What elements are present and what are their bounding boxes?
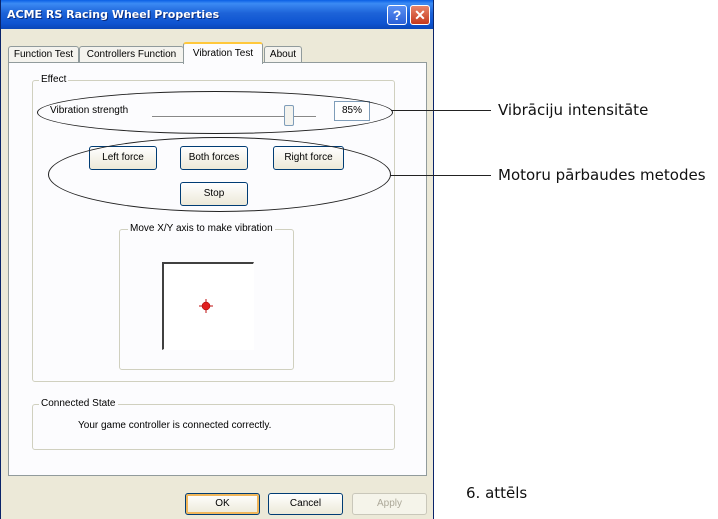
axis-group-label: Move X/Y axis to make vibration: [128, 223, 275, 235]
effect-group-label: Effect: [39, 74, 69, 86]
connection-status-text: Your game controller is connected correc…: [78, 420, 272, 431]
ok-button[interactable]: OK: [185, 493, 260, 515]
help-button[interactable]: ?: [387, 5, 407, 25]
axis-position-marker: [201, 301, 211, 311]
tab-vibration-test[interactable]: Vibration Test: [183, 42, 263, 64]
tab-about[interactable]: About: [264, 46, 302, 63]
vibration-callout-line: [391, 110, 491, 111]
vibration-highlight-ellipse: [37, 91, 393, 134]
xy-axis-pad[interactable]: [162, 262, 254, 350]
close-button[interactable]: ✕: [410, 5, 430, 25]
tab-controllers-function[interactable]: Controllers Function: [79, 46, 184, 63]
motor-test-methods-annotation: Motoru pārbaudes metodes: [498, 166, 706, 184]
cancel-button[interactable]: Cancel: [268, 493, 343, 515]
motor-test-highlight-ellipse: [48, 137, 391, 212]
properties-window: ACME RS Racing Wheel Properties ? ✕ Func…: [0, 0, 434, 519]
tab-function-test[interactable]: Function Test: [8, 46, 79, 63]
window-title: ACME RS Racing Wheel Properties: [7, 8, 220, 21]
apply-button[interactable]: Apply: [352, 493, 427, 515]
figure-caption: 6. attēls: [466, 484, 528, 502]
title-bar[interactable]: ACME RS Racing Wheel Properties ? ✕: [1, 0, 433, 29]
connected-state-label: Connected State: [39, 398, 118, 410]
vibration-intensity-annotation: Vibrāciju intensitāte: [498, 101, 649, 119]
axis-crosshair: [199, 299, 213, 313]
motor-test-callout-line: [390, 175, 491, 176]
